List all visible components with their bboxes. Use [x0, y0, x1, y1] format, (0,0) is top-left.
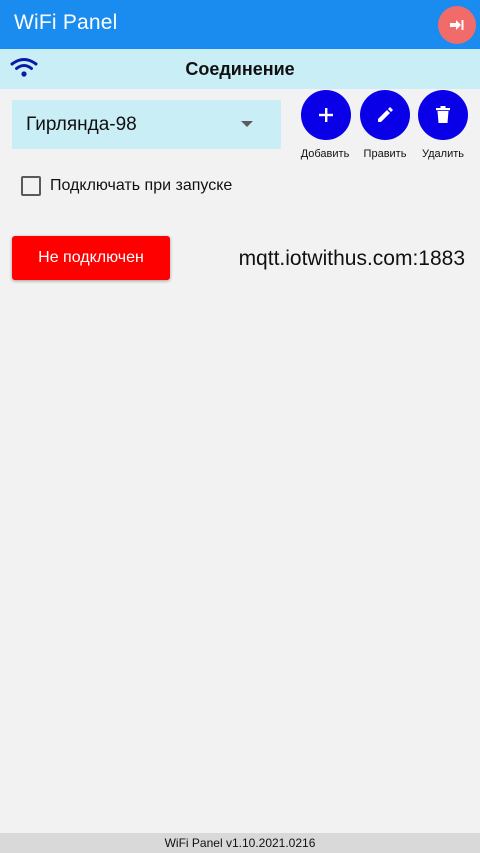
profile-select[interactable]: Гирлянда-98: [12, 100, 281, 149]
footer-version: WiFi Panel v1.10.2021.0216: [0, 833, 480, 853]
autoconnect-label: Подключать при запуске: [50, 177, 233, 194]
trash-icon: [436, 106, 450, 123]
connection-title: Соединение: [185, 59, 295, 79]
connection-bar: Соединение: [0, 49, 480, 89]
profile-selected-value: Гирлянда-98: [26, 114, 137, 135]
delete-button[interactable]: [418, 90, 468, 140]
connection-status-button[interactable]: Не подключен: [12, 236, 170, 280]
edit-button[interactable]: [360, 90, 410, 140]
server-address: mqtt.iotwithus.com:1883: [238, 247, 465, 270]
pencil-icon: [378, 107, 393, 122]
autoconnect-checkbox[interactable]: [21, 176, 41, 196]
app-title: WiFi Panel: [14, 11, 118, 34]
exit-icon: [450, 20, 464, 30]
chevron-down-icon: [241, 121, 253, 127]
plus-icon: [319, 108, 333, 122]
exit-button[interactable]: [438, 6, 476, 44]
add-button[interactable]: [301, 90, 351, 140]
app-bar: WiFi Panel: [0, 0, 480, 49]
delete-label: Удалить: [422, 148, 464, 160]
connection-status-label: Не подключен: [38, 249, 144, 266]
